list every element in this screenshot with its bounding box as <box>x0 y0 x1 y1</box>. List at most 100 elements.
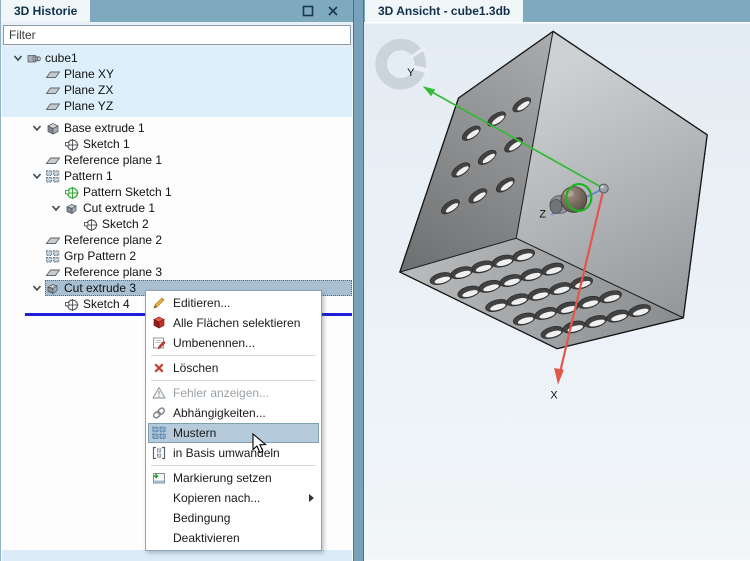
menu-item-deaktivieren[interactable]: Deaktivieren <box>148 528 319 548</box>
tree-item-plane-xy[interactable]: Plane XY <box>2 66 352 82</box>
plane-icon <box>45 67 61 82</box>
tree-item-reference-plane-1[interactable]: Reference plane 1 <box>2 152 352 168</box>
faces-icon <box>150 315 168 331</box>
menu-item-label: in Basis umwandeln <box>173 446 280 460</box>
menu-item-bedingung[interactable]: Bedingung <box>148 508 319 528</box>
menu-item-editieren[interactable]: Editieren... <box>148 293 319 313</box>
axis-label-y: Y <box>407 67 415 79</box>
menu-item-fehler-anzeigen: Fehler anzeigen... <box>148 383 319 403</box>
history-tree-rows: cube1 Plane XY Plane ZX Plane YZ Base extrud… <box>2 50 352 312</box>
3d-viewport[interactable]: Y Z X <box>364 22 750 561</box>
menu-item-label: Alle Flächen selektieren <box>173 316 301 330</box>
sketch-icon <box>83 217 99 232</box>
extrude-icon <box>45 121 61 136</box>
chevron-down-icon[interactable] <box>29 170 45 182</box>
tree-item-reference-plane-3[interactable]: Reference plane 3 <box>2 264 352 280</box>
menu-item-mustern[interactable]: Mustern <box>148 423 319 443</box>
menu-item-markierung-setzen[interactable]: Markierung setzen <box>148 468 319 488</box>
tree-item-sketch-1[interactable]: Sketch 1 <box>2 136 352 152</box>
tree-item-label: Base extrude 1 <box>64 121 145 135</box>
tree-item-label: Plane YZ <box>64 99 114 113</box>
close-button[interactable] <box>326 4 340 18</box>
chevron-down-icon[interactable] <box>29 282 45 294</box>
tree-item-label: Plane ZX <box>64 83 114 97</box>
menu-item-label: Löschen <box>173 361 219 375</box>
menu-item-kopieren-nach[interactable]: Kopieren nach... <box>148 488 319 508</box>
cut-icon <box>64 201 80 216</box>
tab-3d-ansicht[interactable]: 3D Ansicht - cube1.3db <box>365 0 524 22</box>
part-icon <box>26 51 42 66</box>
menu-item-l-schen[interactable]: Löschen <box>148 358 319 378</box>
maximize-button[interactable] <box>301 4 315 18</box>
menu-item-label: Fehler anzeigen... <box>173 386 270 400</box>
maximize-icon <box>302 5 314 17</box>
menu-item-label: Umbenennen... <box>173 336 256 350</box>
view-panel: 3D Ansicht - cube1.3db Y Z X <box>364 0 750 561</box>
menu-item-label: Kopieren nach... <box>173 491 261 505</box>
tree-item-label: Reference plane 2 <box>64 233 163 247</box>
submenu-arrow-icon <box>309 494 314 502</box>
history-panel-titlebar: 3D Historie <box>1 0 353 22</box>
axis-label-x: X <box>550 389 558 401</box>
context-menu: Editieren... Alle Flächen selektieren Umbe… <box>145 290 322 551</box>
application-window: 3D Historie cube1 <box>0 0 750 561</box>
tree-item-pattern-1[interactable]: Pattern 1 <box>2 168 352 184</box>
tree-item-label: Sketch 1 <box>83 137 130 151</box>
pattern-icon <box>45 249 61 264</box>
warning-icon <box>150 385 168 401</box>
tobase-icon <box>150 445 168 461</box>
tree-item-sketch-2[interactable]: Sketch 2 <box>2 216 352 232</box>
chevron-down-icon[interactable] <box>10 52 26 64</box>
axis-label-z: Z <box>539 208 546 220</box>
blank-icon <box>150 490 168 506</box>
tree-item-cut-extrude-1[interactable]: Cut extrude 1 <box>2 200 352 216</box>
tree-item-grp-pattern-2[interactable]: Grp Pattern 2 <box>2 248 352 264</box>
rename-icon <box>150 335 168 351</box>
view-tab-title: 3D Ansicht - cube1.3db <box>378 4 511 18</box>
menu-item-label: Deaktivieren <box>173 531 240 545</box>
tree-item-label: Pattern 1 <box>64 169 113 183</box>
tree-item-pattern-sketch-1[interactable]: Pattern Sketch 1 <box>2 184 352 200</box>
tree-item-label: Cut extrude 3 <box>64 281 137 295</box>
tree-item-label: Sketch 4 <box>83 297 130 311</box>
plane-icon <box>45 233 61 248</box>
tree-item-cube1[interactable]: cube1 <box>2 50 352 66</box>
tree-item-label: cube1 <box>45 51 78 65</box>
tree-item-label: Plane XY <box>64 67 115 81</box>
tree-item-reference-plane-2[interactable]: Reference plane 2 <box>2 232 352 248</box>
tree-item-label: Reference plane 3 <box>64 265 163 279</box>
menu-item-label: Bedingung <box>173 511 231 525</box>
plane-icon <box>45 83 61 98</box>
tree-item-label: Cut extrude 1 <box>83 201 156 215</box>
pattern-icon <box>45 169 61 184</box>
blank-icon <box>150 510 168 526</box>
tree-item-base-extrude-1[interactable]: Base extrude 1 <box>2 120 352 136</box>
filter-input[interactable] <box>3 25 351 45</box>
edit-icon <box>150 295 168 311</box>
view-panel-tabbar: 3D Ansicht - cube1.3db <box>364 0 750 22</box>
mark-icon <box>150 470 168 486</box>
menu-item-label: Abhängigkeiten... <box>173 406 266 420</box>
filter-row <box>1 22 353 47</box>
menu-item-label: Markierung setzen <box>173 471 272 485</box>
menu-item-abh-ngigkeiten[interactable]: Abhängigkeiten... <box>148 403 319 423</box>
plane-icon <box>45 153 61 168</box>
panel-splitter[interactable] <box>353 0 364 561</box>
menu-item-alle-fl-chen-selektieren[interactable]: Alle Flächen selektieren <box>148 313 319 333</box>
patternblue-icon <box>150 425 168 441</box>
cut-icon <box>45 281 61 296</box>
menu-item-in-basis-umwandeln[interactable]: in Basis umwandeln <box>148 443 319 463</box>
chevron-down-icon[interactable] <box>48 202 64 214</box>
menu-separator <box>151 355 316 356</box>
tree-item-label: Pattern Sketch 1 <box>83 185 172 199</box>
blank-icon <box>150 530 168 546</box>
tree-item-label: Reference plane 1 <box>64 153 163 167</box>
tree-item-plane-zx[interactable]: Plane ZX <box>2 82 352 98</box>
origin-node-highlight <box>600 185 604 189</box>
menu-item-label: Mustern <box>173 426 217 440</box>
tab-3d-historie[interactable]: 3D Historie <box>1 0 91 22</box>
menu-item-umbenennen[interactable]: Umbenennen... <box>148 333 319 353</box>
tree-item-plane-yz[interactable]: Plane YZ <box>2 98 352 114</box>
chevron-down-icon[interactable] <box>29 122 45 134</box>
origin-node[interactable] <box>598 183 609 194</box>
